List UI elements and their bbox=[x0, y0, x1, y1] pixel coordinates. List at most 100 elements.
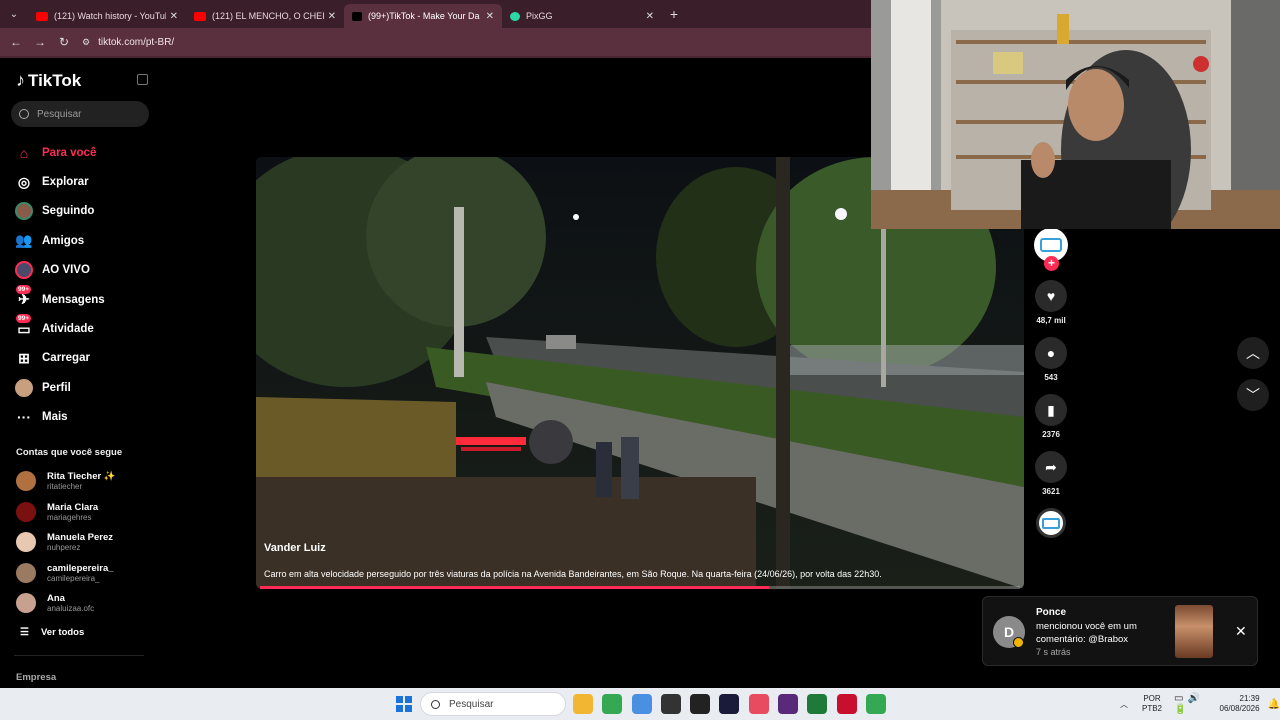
tiktok-note-icon: ♪ bbox=[16, 70, 25, 90]
tab-youtube-el-mencho[interactable]: (121) EL MENCHO, O CHEFE DE ✕ bbox=[186, 4, 344, 28]
creator-avatar[interactable]: + bbox=[1034, 228, 1068, 271]
following-name: Ana bbox=[47, 593, 65, 605]
notepad-icon[interactable] bbox=[748, 694, 769, 714]
close-icon[interactable]: ✕ bbox=[170, 11, 178, 22]
nav-explorar[interactable]: ◎ Explorar bbox=[14, 167, 154, 196]
search-bar[interactable] bbox=[11, 101, 149, 127]
comment-button[interactable]: ● bbox=[1035, 337, 1067, 369]
taskbar-search[interactable]: Pesquisar bbox=[420, 692, 566, 716]
see-all-button[interactable]: ☰ Ver todos bbox=[20, 627, 84, 638]
company-link[interactable]: Empresa bbox=[16, 672, 56, 683]
windows-start-icon[interactable] bbox=[396, 696, 412, 712]
heart-icon: ♥ bbox=[1046, 288, 1056, 304]
notification-thumbnail[interactable] bbox=[1175, 605, 1213, 658]
mention-notification[interactable]: D Ponce mencionou você em um comentário:… bbox=[982, 596, 1258, 666]
comment-icon: ● bbox=[1046, 345, 1056, 361]
forward-icon[interactable]: → bbox=[28, 35, 52, 49]
system-tray: ︿ POR PTB2 ▭🔊🔋 21:39 06/08/2026 🔔 bbox=[1120, 688, 1280, 720]
activity-badge: 99+ bbox=[16, 314, 32, 324]
like-button[interactable]: ♥ bbox=[1035, 280, 1067, 312]
clock-time: 21:39 bbox=[1239, 694, 1260, 703]
new-tab-icon[interactable]: + bbox=[662, 6, 686, 22]
video-author[interactable]: Vander Luiz bbox=[264, 542, 1014, 554]
chevron-up-icon[interactable]: ︿ bbox=[1120, 699, 1128, 710]
terminal-icon[interactable] bbox=[807, 694, 828, 714]
badge-icon bbox=[1013, 637, 1024, 648]
sidebar-divider bbox=[14, 655, 144, 656]
nav-atividade[interactable]: ▭ 99+ Atividade bbox=[14, 314, 154, 343]
avatar bbox=[16, 532, 36, 553]
nav-seguindo[interactable]: Seguindo bbox=[14, 197, 154, 226]
next-video-button[interactable]: ﹀ bbox=[1237, 379, 1269, 411]
tab-search-chevron-icon[interactable]: ⌄ bbox=[0, 0, 28, 28]
tiktok-logo[interactable]: ♪ TikTok bbox=[16, 70, 81, 91]
close-icon[interactable]: ✕ bbox=[486, 11, 494, 22]
compass-icon: ◎ bbox=[17, 173, 31, 190]
nav-label: Seguindo bbox=[42, 205, 95, 218]
close-icon[interactable]: ✕ bbox=[1235, 623, 1247, 640]
save-count: 2376 bbox=[1042, 430, 1060, 439]
nav-mais[interactable]: ··· Mais bbox=[14, 403, 154, 432]
clock[interactable]: 21:39 06/08/2026 bbox=[1220, 694, 1260, 714]
following-item[interactable]: Ana analuizaa.ofc bbox=[16, 588, 156, 619]
kick-next-icon[interactable] bbox=[778, 694, 799, 714]
file-explorer-icon[interactable] bbox=[573, 694, 593, 714]
tab-pixgg[interactable]: PixGG ✕ bbox=[502, 4, 662, 28]
nav-carregar[interactable]: ⊞ Carregar bbox=[14, 344, 154, 373]
close-icon[interactable]: ✕ bbox=[646, 11, 654, 22]
app-icon-2[interactable] bbox=[660, 694, 681, 714]
following-section-title: Contas que você segue bbox=[16, 447, 123, 458]
previous-video-button[interactable]: ︿ bbox=[1237, 337, 1269, 369]
obs-icon[interactable] bbox=[690, 694, 711, 714]
avatar bbox=[16, 562, 36, 583]
tiktok-icon bbox=[352, 11, 362, 21]
reload-icon[interactable]: ↻ bbox=[52, 35, 76, 49]
back-icon[interactable]: ← bbox=[4, 35, 28, 49]
video-progress-bar[interactable] bbox=[260, 586, 1020, 589]
close-icon[interactable]: ✕ bbox=[328, 11, 336, 22]
app-icon-4[interactable] bbox=[836, 694, 857, 714]
nav-amigos[interactable]: 👥 Amigos bbox=[14, 226, 154, 255]
share-icon: ➦ bbox=[1045, 458, 1057, 475]
video-description: Carro em alta velocidade perseguido por … bbox=[264, 569, 882, 579]
following-item[interactable]: camilepereira_ camilepereira_ bbox=[16, 558, 156, 589]
music-disc[interactable] bbox=[1036, 508, 1066, 538]
more-icon: ··· bbox=[17, 409, 31, 426]
language-indicator[interactable]: POR PTB2 bbox=[1142, 694, 1162, 714]
site-info-icon[interactable]: ⚙ bbox=[82, 37, 90, 48]
following-item[interactable]: Maria Clara mariagehres bbox=[16, 497, 156, 528]
search-input[interactable] bbox=[37, 108, 137, 120]
nav-ao-vivo[interactable]: AO VIVO bbox=[14, 256, 154, 285]
following-item[interactable]: Rita Tiecher ✨ ritatiecher bbox=[16, 466, 156, 497]
nav-perfil[interactable]: Perfil bbox=[14, 373, 154, 402]
chrome-icon[interactable] bbox=[602, 694, 623, 714]
chrome-icon-2[interactable] bbox=[865, 694, 886, 714]
home-icon: ⌂ bbox=[19, 144, 29, 161]
pixgg-icon bbox=[510, 11, 520, 21]
collapse-sidebar-icon[interactable] bbox=[137, 74, 148, 85]
action-rail: + ♥ 48,7 mil ● 543 ▮ 2376 ➦ 3621 bbox=[1032, 228, 1070, 538]
live-icon bbox=[14, 260, 34, 280]
tab-title: (121) EL MENCHO, O CHEFE DE bbox=[212, 11, 324, 21]
app-icon-3[interactable] bbox=[719, 694, 740, 714]
url-field[interactable]: ⚙ tiktok.com/pt-BR/ bbox=[82, 37, 174, 48]
like-count: 48,7 mil bbox=[1036, 316, 1066, 325]
follow-plus-icon[interactable]: + bbox=[1044, 256, 1059, 271]
notification-bell-icon[interactable]: 🔔 bbox=[1268, 699, 1280, 710]
layout-code: PTB2 bbox=[1142, 704, 1163, 713]
messages-icon: ✈ 99+ bbox=[16, 284, 32, 308]
nav-para-voce[interactable]: ⌂ Para você bbox=[14, 138, 154, 167]
clock-date: 06/08/2026 bbox=[1219, 704, 1260, 713]
following-item[interactable]: Manuela Perez nuhperez bbox=[16, 527, 156, 558]
network-volume-icons[interactable]: ▭🔊🔋 bbox=[1174, 693, 1211, 715]
nav-mensagens[interactable]: ✈ 99+ Mensagens bbox=[14, 284, 154, 314]
taskbar-apps bbox=[573, 694, 895, 714]
app-icon-1[interactable] bbox=[631, 694, 652, 714]
save-button[interactable]: ▮ bbox=[1035, 394, 1067, 426]
nav-label: Mais bbox=[42, 411, 68, 424]
share-button[interactable]: ➦ bbox=[1035, 451, 1067, 483]
nav-label: Perfil bbox=[42, 381, 71, 394]
tab-youtube-history[interactable]: (121) Watch history - YouTube ✕ bbox=[28, 4, 186, 28]
nav-label: Carregar bbox=[42, 352, 90, 365]
tab-tiktok[interactable]: (99+)TikTok - Make Your Da ✕ bbox=[344, 4, 502, 28]
